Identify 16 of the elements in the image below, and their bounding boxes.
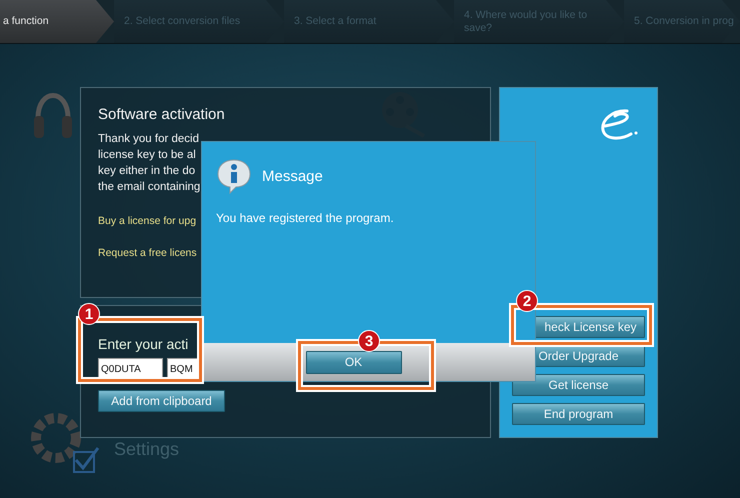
ok-button[interactable]: OK [306,350,402,374]
description-text: Thank you for decid [98,132,200,147]
license-link[interactable]: Request a free licens [98,247,197,259]
dialog-message: You have registered the program. [216,211,395,225]
side-button[interactable]: Get license [512,374,645,396]
clipboard-button[interactable]: Add from clipboard [98,390,225,412]
dialog-title: Message [262,168,323,184]
info-icon [216,158,252,194]
key-prompt: Enter your acti [98,336,188,352]
description-text: license key to be al [98,148,196,163]
wizard-step[interactable]: a function [0,0,114,43]
description-text: key either in the do [98,164,196,179]
description-text: the email containing [98,180,200,195]
side-button[interactable]: End program [512,403,645,425]
panel-title: Software activation [98,106,226,123]
license-link[interactable]: Buy a license for upg [98,215,196,227]
